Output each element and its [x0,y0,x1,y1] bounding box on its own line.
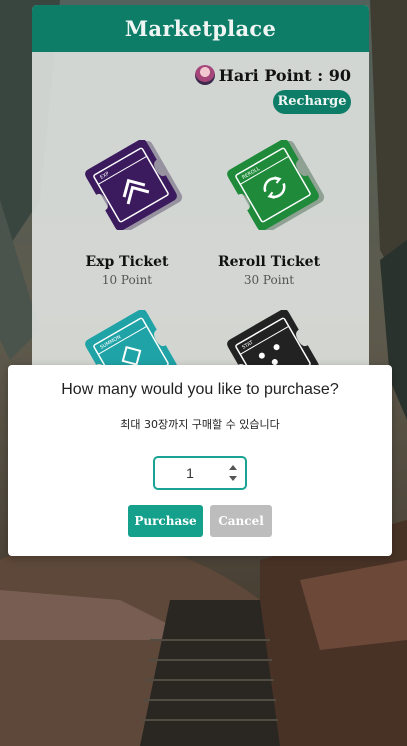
stat-ticket-icon: STAT [227,310,319,365]
purchase-button[interactable]: Purchase [128,505,203,537]
summon-ticket-icon: SUMMON [85,310,177,365]
points-display: Hari Point : 90 [194,65,351,85]
increment-arrow-icon[interactable] [229,465,237,470]
ticket-price: 10 Point [101,273,153,287]
dialog-subtitle: 최대 30장까지 구매할 수 있습니다 [120,418,280,431]
exp-ticket-icon: EXP [85,140,183,230]
decrement-arrow-icon[interactable] [229,476,237,481]
ticket-card-exp[interactable]: EXP Exp Ticket 10 Point [52,130,202,290]
marketplace-panel: Marketplace Hari Point : 90 Recharge EXP… [32,5,369,365]
purchase-dialog: How many would you like to purchase? 최대 … [8,365,392,556]
points-label: Hari Point : 90 [218,65,351,85]
marketplace-title: Marketplace [32,5,369,52]
cancel-button[interactable]: Cancel [210,505,272,537]
ticket-name: Reroll Ticket [217,254,321,270]
quantity-stepper[interactable] [153,456,247,490]
quantity-input[interactable] [155,458,225,488]
ticket-price: 30 Point [243,273,295,287]
ticket-card-summon[interactable]: SUMMON [52,300,202,365]
recharge-button[interactable]: Recharge [273,90,351,114]
ticket-card-stat[interactable]: STAT [194,300,344,365]
reroll-ticket-icon: REROLL [227,140,325,230]
dialog-title: How many would you like to purchase? [61,381,339,398]
ticket-card-reroll[interactable]: REROLL Reroll Ticket 30 Point [194,130,344,290]
avatar [194,65,215,85]
ticket-name: Exp Ticket [85,254,169,270]
